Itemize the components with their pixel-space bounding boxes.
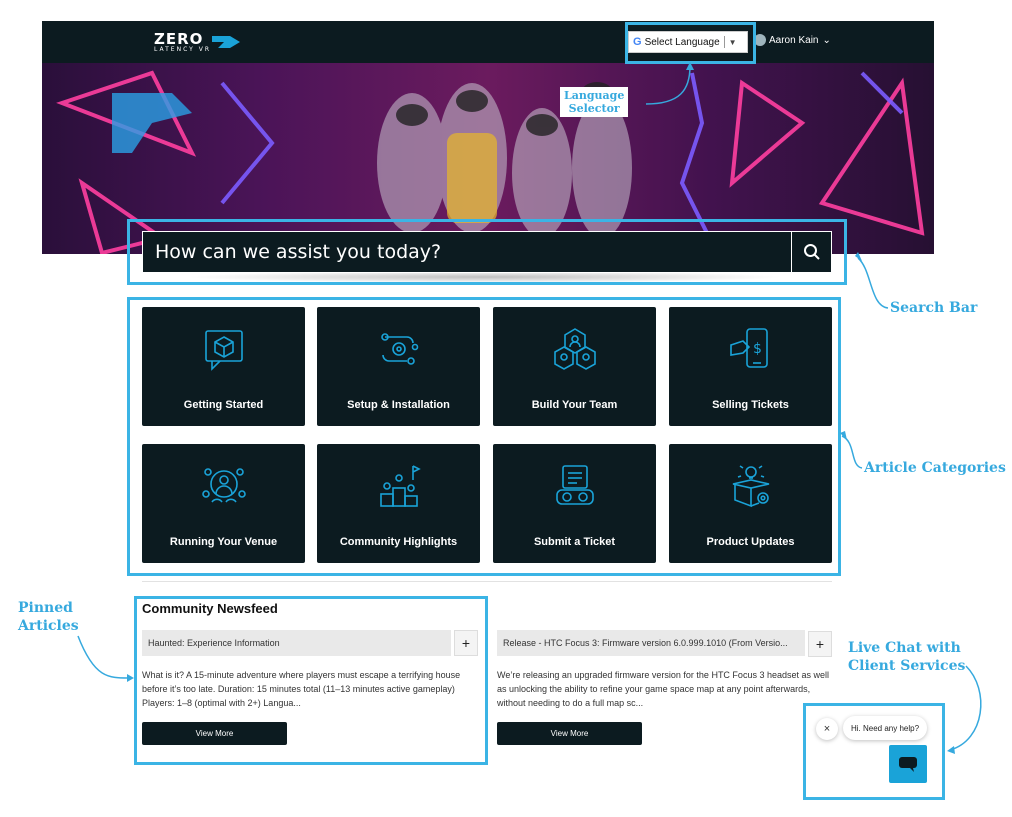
annotation-arrows — [77, 62, 982, 754]
